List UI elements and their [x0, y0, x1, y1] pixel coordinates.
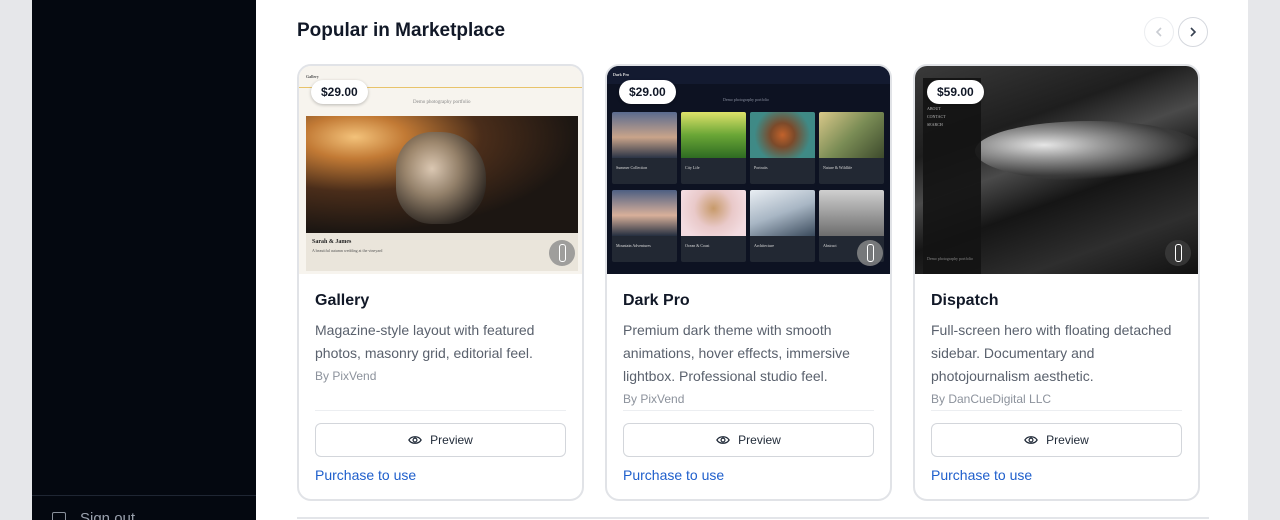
- purchase-link[interactable]: Purchase to use: [315, 467, 416, 483]
- sidebar-divider: [32, 495, 256, 496]
- card-title: Dark Pro: [623, 292, 690, 309]
- preview-label: Preview: [1046, 433, 1089, 447]
- theme-card-dispatch[interactable]: ABOUT CONTACT SEARCH Demo photography po…: [913, 64, 1200, 501]
- sidebar: Sign out: [32, 0, 256, 520]
- thumb-site-name: Gallery: [306, 74, 319, 79]
- preview-label: Preview: [430, 433, 473, 447]
- thumb-tile: Portraits: [750, 112, 815, 184]
- card-title: Dispatch: [931, 292, 999, 309]
- thumb-tile: Ocean & Coast: [681, 190, 746, 262]
- sign-out-button[interactable]: Sign out: [52, 510, 135, 520]
- watermark-icon: [1165, 240, 1191, 266]
- card-author: By PixVend: [623, 392, 685, 406]
- thumb-tile: Summer Collection: [612, 112, 677, 184]
- thumb-tile: Architecture: [750, 190, 815, 262]
- thumb-tagline: Demo photography portfolio: [413, 100, 471, 105]
- carousel-next-button[interactable]: [1178, 17, 1208, 47]
- card-author: By DanCueDigital LLC: [931, 392, 1052, 406]
- thumb-sidebar: ABOUT CONTACT SEARCH: [923, 78, 981, 274]
- thumb-tile: Mountain Adventures: [612, 190, 677, 262]
- theme-card-gallery[interactable]: Gallery Demo photography portfolio Sarah…: [297, 64, 584, 501]
- thumb-hero-photo: [306, 116, 578, 233]
- preview-label: Preview: [738, 433, 781, 447]
- card-description: Magazine-style layout with featured phot…: [315, 322, 535, 361]
- chevron-right-icon: [1190, 27, 1197, 37]
- eye-icon: [716, 436, 730, 444]
- purchase-link[interactable]: Purchase to use: [623, 467, 724, 483]
- thumb-tagline: Demo photography portfolio: [723, 97, 769, 102]
- thumb-couple-sub: A beautiful autumn wedding at the vineya…: [312, 248, 383, 253]
- sign-out-icon: [52, 511, 66, 520]
- watermark-icon: [857, 240, 883, 266]
- thumb-tile: Nature & Wildlife: [819, 112, 884, 184]
- preview-button[interactable]: Preview: [931, 423, 1182, 457]
- section-divider: [297, 517, 1209, 519]
- thumb-tile: City Life: [681, 112, 746, 184]
- card-author: By PixVend: [315, 369, 377, 383]
- main-content: Popular in Marketplace Gallery Demo phot…: [256, 0, 1248, 520]
- thumb-couple-name: Sarah & James: [312, 239, 352, 245]
- price-badge: $59.00: [927, 80, 984, 104]
- price-badge: $29.00: [311, 80, 368, 104]
- thumb-site-name: Dark Pro: [613, 72, 630, 77]
- section-title: Popular in Marketplace: [297, 20, 506, 41]
- card-divider: [623, 410, 874, 411]
- card-divider: [931, 410, 1182, 411]
- watermark-icon: [549, 240, 575, 266]
- card-title: Gallery: [315, 292, 370, 309]
- eye-icon: [1024, 436, 1038, 444]
- purchase-link[interactable]: Purchase to use: [931, 467, 1032, 483]
- preview-button[interactable]: Preview: [315, 423, 566, 457]
- sign-out-label: Sign out: [80, 510, 136, 520]
- chevron-left-icon: [1155, 27, 1162, 37]
- preview-button[interactable]: Preview: [623, 423, 874, 457]
- theme-card-dark-pro[interactable]: Dark Pro Demo photography portfolio Summ…: [605, 64, 892, 501]
- card-description: Premium dark theme with smooth animation…: [623, 322, 850, 384]
- thumb-caption: Demo photography portfolio: [927, 256, 973, 261]
- card-divider: [315, 410, 566, 411]
- card-description: Full-screen hero with floating detached …: [931, 322, 1172, 384]
- price-badge: $29.00: [619, 80, 676, 104]
- carousel-prev-button[interactable]: [1144, 17, 1174, 47]
- eye-icon: [408, 436, 422, 444]
